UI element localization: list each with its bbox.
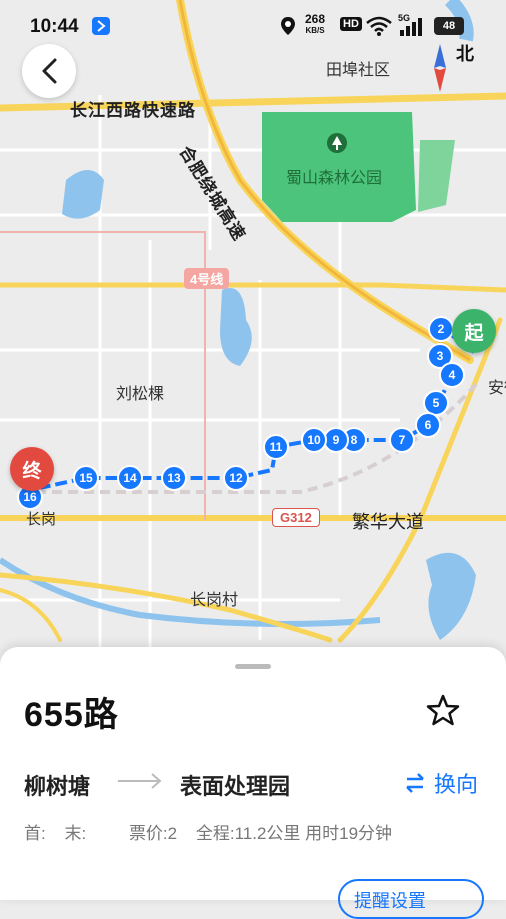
fare-label: 票价:2	[128, 824, 178, 843]
bus-stop-15[interactable]: 15	[73, 465, 99, 491]
compass-icon[interactable]	[428, 40, 452, 96]
bus-stop-14[interactable]: 14	[117, 465, 143, 491]
route-destination: 表面处理园	[180, 774, 291, 799]
location-icon	[281, 17, 295, 35]
bus-stop-11[interactable]: 11	[263, 434, 289, 460]
bus-stop-12[interactable]: 12	[223, 465, 249, 491]
last-bus-label: 末:	[64, 824, 87, 843]
map-label-changgang: 长岗	[26, 511, 57, 528]
first-bus-label: 首:	[24, 824, 46, 843]
hd-badge: HD	[340, 17, 362, 31]
route-name: 655路	[24, 696, 119, 734]
end-marker[interactable]: 终	[10, 447, 54, 491]
bus-stop-10[interactable]: 10	[301, 427, 327, 453]
compass-north-label: 北	[456, 44, 474, 64]
arrow-right-icon	[118, 773, 162, 789]
app-icon	[92, 17, 110, 35]
route-info: 首: 末: 票价:2 全程:11.2公里 用时19分钟	[24, 819, 406, 844]
switch-direction-button[interactable]: 换向	[404, 767, 478, 799]
map-label-fanhua-avenue: 繁华大道	[352, 512, 424, 532]
bus-stop-7[interactable]: 7	[389, 427, 415, 453]
distance-label: 全程:11.2公里 用时19分钟	[195, 824, 393, 843]
favorite-star-icon[interactable]	[426, 693, 460, 727]
wifi-icon	[366, 16, 392, 36]
map-label-tianbu: 田埠社区	[326, 62, 391, 79]
map-label-changgang-village: 长岗村	[190, 592, 239, 609]
park-icon	[327, 133, 347, 153]
swap-icon	[406, 773, 424, 793]
start-marker[interactable]: 起	[452, 309, 496, 353]
bus-stop-13[interactable]: 13	[161, 465, 187, 491]
status-time: 10:44	[30, 16, 79, 37]
map-label-an: 安徽	[488, 380, 506, 397]
chevron-left-icon	[42, 58, 57, 84]
map-label-liusongke: 刘松棵	[116, 386, 165, 403]
battery-indicator: 48	[434, 17, 464, 35]
metro-line-badge: 4号线	[184, 268, 230, 289]
sheet-drag-handle[interactable]	[235, 664, 271, 669]
bus-stop-4[interactable]: 4	[439, 362, 465, 388]
map-label-shushan-park: 蜀山森林公园	[286, 170, 383, 187]
back-button[interactable]	[22, 44, 76, 98]
signal-icon	[400, 18, 422, 36]
switch-direction-label: 换向	[434, 772, 479, 797]
net-speed: 268 KB/S	[305, 12, 326, 35]
bus-stop-6[interactable]: 6	[415, 412, 441, 438]
reminder-settings-button[interactable]: 提醒设置	[338, 879, 484, 919]
route-detail-sheet: 655路 柳树塘 表面处理园 换向 首: 末: 票价:2 全程:11.2公里 用…	[0, 647, 506, 919]
bus-stop-2[interactable]: 2	[428, 316, 454, 342]
g312-road-badge: G312	[272, 508, 320, 527]
route-origin: 柳树塘	[24, 774, 91, 799]
map-label-changjiang-road: 长江西路快速路	[70, 101, 196, 120]
reminder-settings-label: 提醒设置	[354, 891, 426, 911]
